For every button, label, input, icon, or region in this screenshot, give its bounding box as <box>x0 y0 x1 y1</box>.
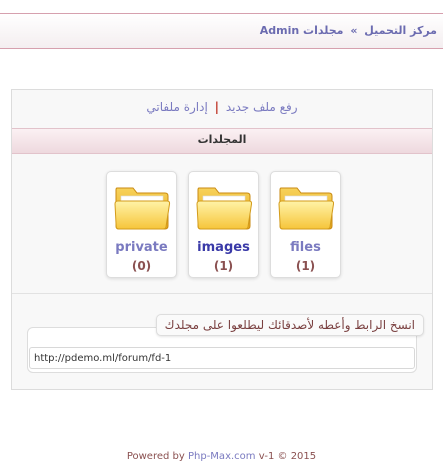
footer-prefix: Powered by <box>126 451 185 462</box>
share-note: انسخ الرابط وأعطه لأصدقائك ليطلعوا على م… <box>155 314 424 336</box>
folder-name[interactable]: private <box>107 240 176 255</box>
breadcrumb-separator: » <box>350 24 358 37</box>
folder-card-images[interactable]: images (1) <box>188 171 259 278</box>
top-bar: مركز التحميل » مجلدات Admin <box>0 13 443 49</box>
folder-count: (1) <box>295 259 316 273</box>
actions-divider: | <box>214 100 220 114</box>
actions-bar: رفع ملف جديد | إدارة ملفاتي <box>12 90 432 128</box>
folder-count: (1) <box>213 259 234 273</box>
share-url-input[interactable] <box>29 347 415 369</box>
folder-card-private[interactable]: private (0) <box>106 171 177 278</box>
folder-icon <box>278 187 335 230</box>
breadcrumb-current[interactable]: مجلدات Admin <box>260 24 344 37</box>
folder-icon <box>114 187 171 230</box>
footer-suffix: v-1 © 2015 <box>258 451 317 462</box>
folder-icon <box>196 187 253 230</box>
panel-divider <box>12 293 432 294</box>
folder-count: (0) <box>131 259 152 273</box>
footer-brand-link[interactable]: Php-Max.com <box>188 451 256 462</box>
folder-name[interactable]: images <box>189 240 258 255</box>
footer: Powered by Php-Max.com v-1 © 2015 <box>0 451 443 462</box>
section-header: المجلدات <box>12 128 432 154</box>
folder-name[interactable]: files <box>271 240 340 255</box>
breadcrumb-root[interactable]: مركز التحميل <box>364 24 437 37</box>
breadcrumb: مركز التحميل » مجلدات Admin <box>260 24 437 37</box>
upload-file-link[interactable]: رفع ملف جديد <box>226 100 298 114</box>
manage-files-link[interactable]: إدارة ملفاتي <box>146 100 207 114</box>
folder-card-files[interactable]: files (1) <box>270 171 341 278</box>
folders-panel: رفع ملف جديد | إدارة ملفاتي المجلدات pri… <box>11 89 433 390</box>
